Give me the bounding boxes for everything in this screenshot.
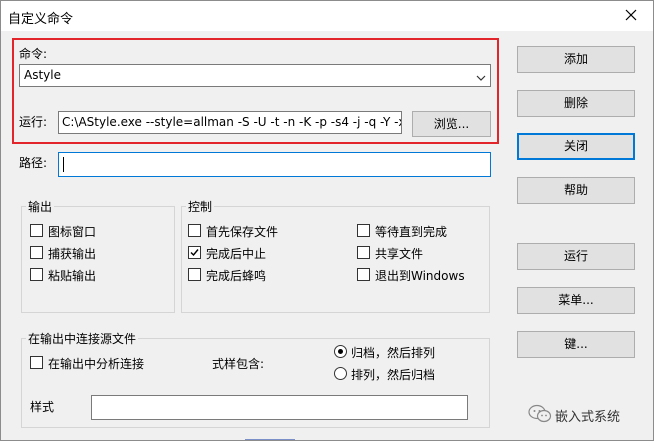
output-group (21, 206, 175, 313)
icon-window-label: 图标窗口 (48, 225, 97, 239)
delete-button-label: 删除 (563, 96, 588, 110)
radio-dot (338, 349, 343, 354)
source-link-group-title: 在输出中连接源文件 (26, 330, 139, 347)
style-label: 样式 (30, 400, 55, 414)
beep-after-finish-label: 完成后蜂鸣 (206, 269, 267, 283)
capture-output-label: 捕获输出 (48, 247, 97, 261)
path-label: 路径: (19, 156, 48, 170)
sort-then-archive-label: 排列，然后归档 (351, 368, 436, 382)
watermark: 嵌入式系统 (528, 403, 648, 425)
save-first-checkbox[interactable] (188, 224, 201, 237)
custom-command-dialog: 自定义命令 命令: Astyle 运行: C:\AStyle.exe --sty… (0, 0, 654, 441)
paste-output-label: 粘贴输出 (48, 269, 97, 283)
stop-after-finish-label: 完成后中止 (206, 247, 267, 261)
delete-button[interactable]: 删除 (517, 90, 635, 117)
text-caret (63, 157, 64, 172)
add-button-label: 添加 (563, 52, 588, 66)
wechat-icon (528, 404, 552, 423)
share-file-checkbox[interactable] (357, 246, 370, 259)
parse-links-label: 在输出中分析连接 (48, 357, 145, 371)
archive-then-sort-label: 归档，然后排列 (351, 346, 436, 360)
icon-window-checkbox[interactable] (30, 224, 43, 237)
menu-button-label: 菜单... (558, 293, 594, 307)
run-command-input[interactable]: C:\AStyle.exe --style=allman -S -U -t -n… (58, 111, 402, 134)
wait-until-done-label: 等待直到完成 (375, 225, 448, 239)
exit-to-windows-label: 退出到Windows (375, 269, 465, 283)
style-input[interactable] (91, 395, 468, 420)
command-select[interactable]: Astyle (19, 64, 491, 87)
save-first-label: 首先保存文件 (206, 225, 279, 239)
close-icon[interactable] (619, 3, 643, 27)
background-content-strip (231, 433, 361, 440)
chevron-down-icon (476, 71, 486, 85)
pattern-label: 式样包含: (212, 357, 265, 371)
output-group-title: 输出 (26, 198, 55, 215)
run-command-value: C:\AStyle.exe --style=allman -S -U -t -n… (62, 115, 402, 129)
browse-button[interactable]: 浏览... (412, 111, 491, 137)
keys-button-label: 键... (564, 337, 588, 351)
exit-to-windows-checkbox[interactable] (357, 268, 370, 281)
close-button[interactable]: 关闭 (517, 133, 635, 160)
parse-links-checkbox[interactable] (30, 356, 43, 369)
wait-until-done-checkbox[interactable] (357, 224, 370, 237)
help-button-label: 帮助 (563, 183, 588, 197)
command-label: 命令: (19, 47, 48, 61)
run-button[interactable]: 运行 (517, 243, 635, 270)
check-icon (190, 249, 199, 257)
share-file-label: 共享文件 (375, 247, 424, 261)
capture-output-checkbox[interactable] (30, 246, 43, 259)
keys-button[interactable]: 键... (517, 331, 635, 358)
run-button-label: 运行 (563, 249, 588, 263)
path-input[interactable] (58, 152, 491, 177)
title-bar: 自定义命令 (1, 1, 653, 31)
dialog-title: 自定义命令 (8, 12, 74, 27)
add-button[interactable]: 添加 (517, 46, 635, 73)
stop-after-finish-checkbox[interactable] (188, 246, 201, 259)
browse-button-label: 浏览... (433, 117, 470, 131)
sort-then-archive-radio[interactable] (334, 367, 347, 380)
close-button-label: 关闭 (563, 139, 588, 153)
menu-button[interactable]: 菜单... (517, 287, 635, 314)
archive-then-sort-radio[interactable] (334, 345, 347, 358)
help-button[interactable]: 帮助 (517, 177, 635, 204)
command-select-value: Astyle (24, 68, 61, 82)
beep-after-finish-checkbox[interactable] (188, 268, 201, 281)
watermark-text: 嵌入式系统 (555, 410, 621, 425)
run-label: 运行: (19, 115, 48, 129)
control-group-title: 控制 (186, 198, 215, 215)
paste-output-checkbox[interactable] (30, 268, 43, 281)
